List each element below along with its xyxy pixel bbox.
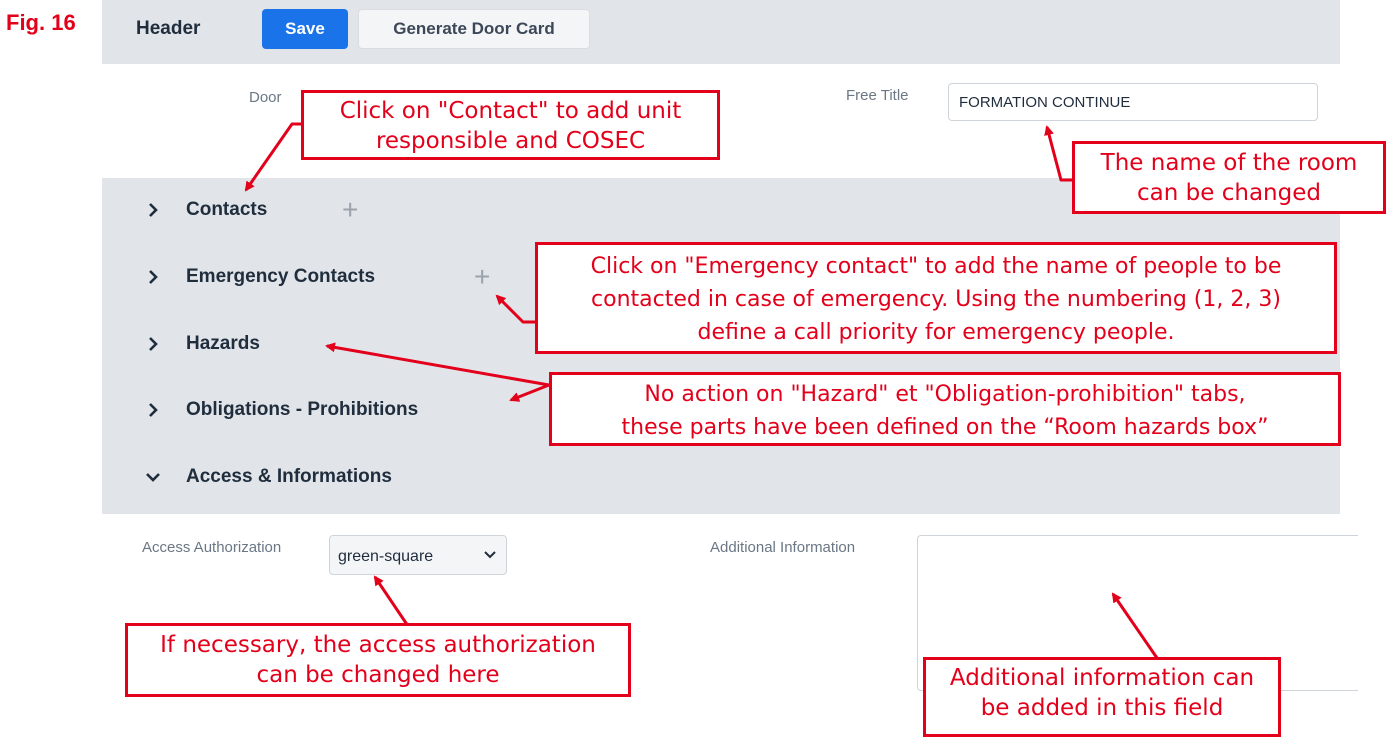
- section-label: Hazards: [186, 333, 260, 354]
- section-contacts[interactable]: Contacts: [146, 195, 267, 225]
- select-value: green-square: [338, 548, 434, 565]
- free-title-input[interactable]: FORMATION CONTINUE: [948, 83, 1318, 121]
- door-label: Door: [249, 89, 282, 106]
- section-label: Obligations - Prohibitions: [186, 399, 419, 420]
- access-authorization-label: Access Authorization: [142, 539, 282, 556]
- plus-icon[interactable]: +: [342, 196, 358, 224]
- callout-contact: Click on "Contact" to add unit responsib…: [301, 90, 720, 160]
- section-label: Access & Informations: [186, 466, 392, 487]
- callout-hazard: No action on "Hazard" et "Obligation-pro…: [549, 372, 1341, 446]
- free-title-label: Free Title: [846, 87, 909, 104]
- section-emergency-contacts[interactable]: Emergency Contacts: [146, 262, 375, 292]
- access-authorization-select[interactable]: green-square: [329, 535, 507, 575]
- callout-room-name: The name of the room can be changed: [1072, 141, 1386, 214]
- additional-information-label: Additional Information: [710, 539, 856, 556]
- chevron-right-icon: [149, 337, 158, 351]
- chevron-right-icon: [149, 270, 158, 284]
- callout-emergency: Click on "Emergency contact" to add the …: [535, 242, 1337, 354]
- section-obligations-prohibitions[interactable]: Obligations - Prohibitions: [146, 395, 418, 425]
- chevron-down-icon: [146, 473, 160, 482]
- chevron-right-icon: [149, 403, 158, 417]
- plus-icon[interactable]: +: [474, 263, 490, 291]
- section-label: Emergency Contacts: [186, 266, 376, 287]
- arrow-access: [373, 575, 410, 627]
- save-button[interactable]: Save: [262, 9, 348, 49]
- header-title: Header: [136, 18, 201, 39]
- chevron-right-icon: [149, 203, 158, 217]
- figure-label: Fig. 16: [6, 10, 76, 35]
- section-label: Contacts: [186, 199, 268, 220]
- section-hazards[interactable]: Hazards: [146, 329, 260, 359]
- callout-access: If necessary, the access authorization c…: [125, 623, 631, 697]
- callout-additional: Additional information can be added in t…: [923, 657, 1281, 737]
- section-access-informations[interactable]: Access & Informations: [146, 462, 392, 492]
- generate-door-card-button[interactable]: Generate Door Card: [358, 9, 590, 49]
- chevron-down-icon: [484, 551, 496, 559]
- header-bar: Header Save Generate Door Card: [102, 0, 1340, 64]
- arrow-room-name: [1044, 125, 1072, 182]
